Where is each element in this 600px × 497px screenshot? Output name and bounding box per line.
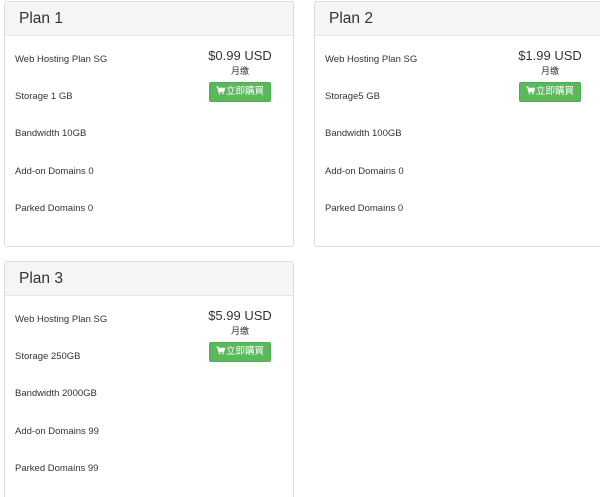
plan-feature-bandwidth: Bandwidth 100GB — [325, 128, 402, 139]
price-box: $0.99 USD 月缴 立即購買 — [195, 48, 285, 102]
shopping-cart-icon — [216, 346, 225, 355]
plan-feature-name: Web Hosting Plan SG — [325, 54, 418, 65]
plan-feature-bandwidth: Bandwidth 10GB — [15, 128, 87, 139]
plan-price: $0.99 USD — [208, 48, 272, 63]
plan-price: $1.99 USD — [518, 48, 582, 63]
plan-feature-addon-domains: Add-on Domains 0 — [325, 166, 404, 177]
buy-now-button[interactable]: 立即購買 — [208, 342, 271, 362]
shopping-cart-icon — [216, 86, 225, 95]
price-box: $1.99 USD 月缴 立即購買 — [505, 48, 595, 102]
plans-grid: Plan 1 Web Hosting Plan SG Storage 1 GB … — [0, 0, 600, 497]
buy-now-label: 立即購買 — [225, 346, 264, 357]
plan-title: Plan 3 — [5, 262, 293, 296]
plan-card: Plan 3 Web Hosting Plan SG Storage 250GB… — [4, 261, 294, 497]
plan-title: Plan 1 — [5, 2, 293, 36]
plan-feature-bandwidth: Bandwidth 2000GB — [15, 388, 97, 399]
plan-feature-addon-domains: Add-on Domains 99 — [15, 426, 99, 437]
plan-feature-parked-domains: Parked Domains 99 — [15, 463, 99, 474]
plan-title: Plan 2 — [315, 2, 600, 36]
plan-feature-storage: Storage 250GB — [15, 351, 81, 362]
plan-feature-parked-domains: Parked Domains 0 — [325, 203, 404, 214]
plan-price: $5.99 USD — [208, 308, 272, 323]
plan-card: Plan 2 Web Hosting Plan SG Storage5 GB B… — [314, 1, 600, 247]
plan-feature-storage: Storage5 GB — [325, 91, 380, 102]
buy-now-button[interactable]: 立即購買 — [208, 82, 271, 102]
price-box: $5.99 USD 月缴 立即購買 — [195, 308, 285, 362]
plan-feature-name: Web Hosting Plan SG — [15, 314, 108, 325]
billing-cycle: 月缴 — [230, 66, 249, 76]
billing-cycle: 月缴 — [230, 326, 249, 336]
plan-feature-storage: Storage 1 GB — [15, 91, 73, 102]
buy-now-label: 立即購買 — [225, 86, 264, 97]
billing-cycle: 月缴 — [540, 66, 559, 76]
buy-now-label: 立即購買 — [535, 86, 574, 97]
buy-now-button[interactable]: 立即購買 — [518, 82, 581, 102]
plan-feature-addon-domains: Add-on Domains 0 — [15, 166, 94, 177]
plan-feature-name: Web Hosting Plan SG — [15, 54, 108, 65]
plan-card: Plan 1 Web Hosting Plan SG Storage 1 GB … — [4, 1, 294, 247]
plan-feature-parked-domains: Parked Domains 0 — [15, 203, 94, 214]
shopping-cart-icon — [526, 86, 535, 95]
